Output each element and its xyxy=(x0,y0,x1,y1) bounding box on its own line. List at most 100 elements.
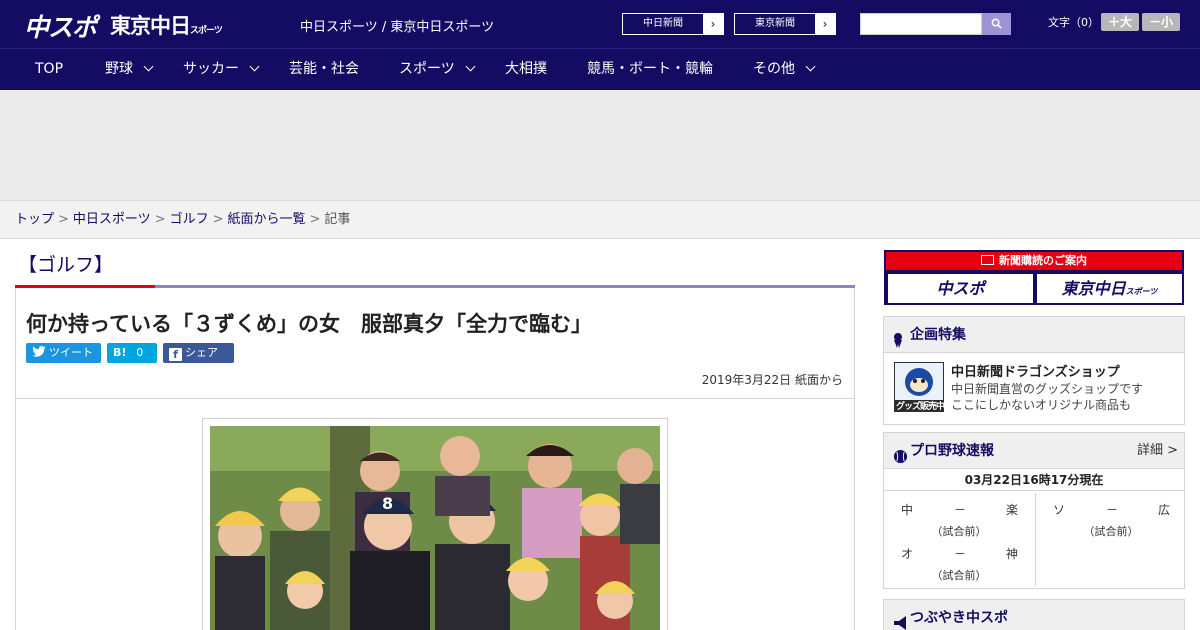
scores-detail-link[interactable]: 詳細 > xyxy=(1137,433,1178,469)
hatena-bookmark-button[interactable]: B! 0 xyxy=(107,343,157,363)
breadcrumb-link[interactable]: ゴルフ xyxy=(170,212,209,227)
baseball-scores-box: プロ野球速報 詳細 > 03月22日16時17分現在 中 － 楽 （試合前） ソ… xyxy=(883,432,1185,589)
nav-label: 競馬・ボート・競輪 xyxy=(587,61,713,77)
game-status: （試合前） xyxy=(931,525,987,538)
tokyo-shimbun-link[interactable]: 東京新聞 › xyxy=(734,13,836,35)
nav-label: 野球 xyxy=(105,61,133,77)
nav-label: スポーツ xyxy=(399,61,455,77)
tweet-button[interactable]: ツイート xyxy=(26,343,101,363)
nav-item-other[interactable]: その他 xyxy=(753,49,816,91)
nav-label: サッカー xyxy=(183,61,239,77)
game-card[interactable]: オ － 神 （試合前） xyxy=(884,539,1034,583)
nav-item-top[interactable]: TOP xyxy=(35,49,63,91)
facebook-icon: f xyxy=(169,348,182,361)
subscription-title: 新聞購読のご案内 xyxy=(886,252,1182,270)
chevron-right-icon: › xyxy=(815,14,835,34)
nav-label: 芸能・社会 xyxy=(289,61,359,77)
hatena-icon: B! xyxy=(113,346,127,359)
ribbon-icon xyxy=(893,327,903,363)
nav-label: TOP xyxy=(35,61,64,77)
nav-item-racing[interactable]: 競馬・ボート・競輪 xyxy=(587,49,713,91)
score-dash: － xyxy=(954,547,967,561)
nav-item-soccer[interactable]: サッカー xyxy=(183,49,260,91)
article-dateline: 2019年3月22日 紙面から xyxy=(701,373,843,387)
chuspo-logo[interactable]: 中スポ xyxy=(24,8,97,44)
game-card[interactable]: ソ － 広 （試合前） xyxy=(1036,495,1186,539)
team-home: オ xyxy=(901,547,914,561)
font-size-label: 文字（0） xyxy=(1048,16,1099,29)
tokyo-shimbun-label: 東京新聞 xyxy=(755,18,795,29)
scores-heading: プロ野球速報 詳細 > xyxy=(884,433,1184,469)
chevron-down-icon xyxy=(805,61,816,72)
svg-text:8: 8 xyxy=(382,494,393,513)
article-category: 【ゴルフ】 xyxy=(18,254,114,276)
chevron-down-icon xyxy=(249,61,260,72)
chunichi-shimbun-link[interactable]: 中日新聞 › xyxy=(622,13,724,35)
scores-column-divider xyxy=(1035,493,1036,586)
team-away: 楽 xyxy=(1006,503,1019,517)
article-headline: 何か持っている「３ずくめ」の女 服部真夕「全力で臨む」 xyxy=(26,312,592,336)
subscribe-tokyo-button[interactable]: 東京中日スポーツ xyxy=(1037,274,1182,303)
breadcrumb-separator: > xyxy=(309,212,321,227)
tokyo-logo-sub: スポーツ xyxy=(190,26,223,36)
nav-label: その他 xyxy=(753,61,795,77)
team-away: 神 xyxy=(1006,547,1019,561)
site-title: 中日スポーツ / 東京中日スポーツ xyxy=(300,20,495,35)
chevron-down-icon xyxy=(143,61,154,72)
search-button[interactable] xyxy=(982,13,1011,35)
subscription-banner: 新聞購読のご案内 中スポ 東京中日スポーツ xyxy=(884,250,1184,305)
game-status: （試合前） xyxy=(1083,525,1139,538)
tweet-label: ツイート xyxy=(49,346,93,359)
font-larger-button[interactable]: ＋大 xyxy=(1101,13,1139,31)
score-dash: － xyxy=(1106,503,1119,517)
nav-item-entertainment[interactable]: 芸能・社会 xyxy=(289,49,359,91)
game-card[interactable]: 中 － 楽 （試合前） xyxy=(884,495,1034,539)
score-dash: － xyxy=(954,503,967,517)
article-photo[interactable]: 8 xyxy=(210,426,660,630)
breadcrumb-separator: > xyxy=(154,212,166,227)
facebook-share-button[interactable]: f シェア 0 xyxy=(163,343,234,379)
chevron-down-icon xyxy=(465,61,476,72)
goods-badge: グッズ販売中 xyxy=(896,402,945,412)
newspaper-icon xyxy=(981,255,994,265)
breadcrumb-link[interactable]: 中日スポーツ xyxy=(73,212,151,227)
tokyo-chunichi-logo[interactable]: 東京中日スポーツ xyxy=(110,10,223,40)
chevron-right-icon: › xyxy=(703,14,723,34)
dragons-shop-title[interactable]: 中日新聞ドラゴンズショップ xyxy=(951,361,1120,380)
breadcrumb: トップ > 中日スポーツ > ゴルフ > 紙面から一覧 > 記事 xyxy=(0,200,1200,239)
chunichi-shimbun-label: 中日新聞 xyxy=(643,18,683,29)
shop-desc-line: ここにしかないオリジナル商品も xyxy=(951,398,1132,412)
main-nav: TOP 野球 サッカー 芸能・社会 スポーツ 大相撲 競馬・ボート・競輪 その他 xyxy=(0,48,1200,90)
search-input[interactable] xyxy=(860,13,982,35)
search-icon xyxy=(991,18,1002,29)
facebook-share-label: シェア xyxy=(185,346,218,359)
scores-timestamp: 03月22日16時17分現在 xyxy=(884,469,1184,491)
feature-title: 企画特集 xyxy=(910,327,966,343)
nav-item-sumo[interactable]: 大相撲 xyxy=(505,49,547,91)
subscribe-tokyo-sub: スポーツ xyxy=(1125,287,1158,296)
dragons-shop-image[interactable]: グッズ販売中 xyxy=(894,362,945,412)
dragons-shop-description: 中日新聞直営のグッズショップです ここにしかないオリジナル商品も xyxy=(951,381,1143,413)
nav-item-baseball[interactable]: 野球 xyxy=(105,49,154,91)
nav-item-sports[interactable]: スポーツ xyxy=(399,49,476,91)
team-home: 中 xyxy=(901,503,914,517)
ad-banner-area xyxy=(0,90,1200,200)
team-home: ソ xyxy=(1053,503,1066,517)
game-status: （試合前） xyxy=(931,569,987,582)
tweets-heading: つぶやき中スポ xyxy=(884,600,1184,630)
tweets-box: つぶやき中スポ xyxy=(883,599,1185,630)
article-divider xyxy=(16,398,854,399)
feature-heading: 企画特集 xyxy=(884,317,1184,353)
baseball-icon xyxy=(893,443,908,479)
twitter-icon xyxy=(32,346,46,357)
team-away: 広 xyxy=(1158,503,1171,517)
subscribe-chuspo-button[interactable]: 中スポ xyxy=(888,274,1033,303)
breadcrumb-link[interactable]: トップ xyxy=(15,212,54,227)
font-smaller-button[interactable]: －小 xyxy=(1142,13,1180,31)
breadcrumb-current: 記事 xyxy=(324,212,351,227)
scores-title: プロ野球速報 xyxy=(910,443,994,459)
site-header: 中スポ 東京中日スポーツ 中日スポーツ / 東京中日スポーツ 中日新聞 › 東京… xyxy=(0,0,1200,48)
nav-label: 大相撲 xyxy=(505,61,547,77)
breadcrumb-link[interactable]: 紙面から一覧 xyxy=(228,212,306,227)
subscribe-tokyo-main: 東京中日 xyxy=(1061,279,1126,298)
